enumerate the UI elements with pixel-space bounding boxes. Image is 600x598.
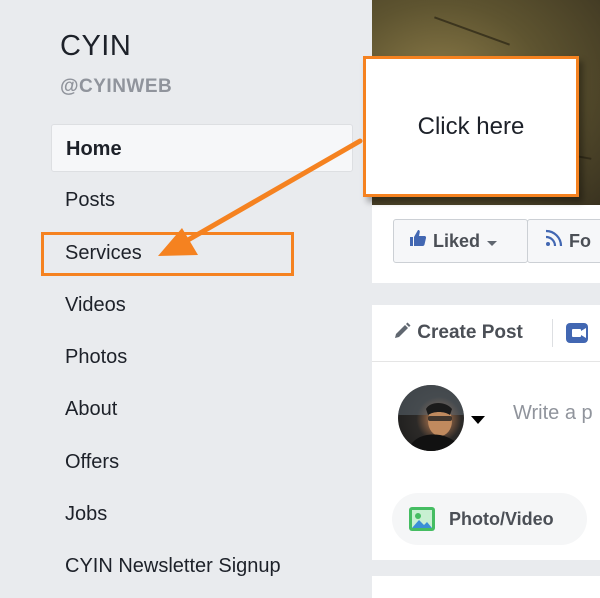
thumbs-up-icon (408, 221, 428, 263)
nav-item-home[interactable]: Home (51, 124, 353, 172)
nav-item-offers[interactable]: Offers (51, 438, 353, 486)
caret-down-icon (470, 412, 486, 429)
post-input[interactable]: Write a p (513, 402, 593, 425)
photo-video-button[interactable]: Photo/Video (392, 493, 587, 545)
rss-icon (544, 221, 564, 263)
pencil-icon (392, 322, 417, 343)
nav-item-jobs[interactable]: Jobs (51, 490, 353, 538)
nav-item-photos[interactable]: Photos (51, 333, 353, 381)
tab-create-post[interactable]: Create Post (392, 321, 523, 344)
liked-label: Liked (433, 231, 481, 251)
page-action-bar: Liked Fo (372, 205, 600, 283)
create-post-card: Create Post Write a p Photo/Video (372, 305, 600, 560)
nav-item-about[interactable]: About (51, 385, 353, 433)
page-handle[interactable]: @CYINWEB (60, 76, 172, 98)
page-title[interactable]: CYIN (60, 30, 131, 63)
composer-tabs: Create Post (372, 305, 600, 362)
liked-button[interactable]: Liked (393, 219, 528, 263)
video-camera-icon (566, 323, 594, 349)
nav-item-videos[interactable]: Videos (51, 281, 353, 329)
nav-item-services[interactable]: Services (51, 229, 353, 277)
photo-icon (408, 506, 436, 537)
nav-item-newsletter-signup[interactable]: CYIN Newsletter Signup (51, 542, 353, 590)
photo-video-label: Photo/Video (449, 509, 554, 529)
follow-label: Fo (569, 231, 592, 251)
callout-box: Click here (363, 56, 579, 197)
nav-item-posts[interactable]: Posts (51, 176, 353, 224)
page-sidebar: CYIN @CYINWEB Home Posts Services Videos… (0, 0, 372, 598)
chevron-down-icon (485, 221, 499, 263)
tab-live-video[interactable] (566, 321, 594, 350)
create-post-label: Create Post (417, 322, 523, 343)
next-card (372, 576, 600, 598)
tab-divider (552, 319, 553, 347)
audience-dropdown[interactable] (470, 412, 486, 430)
follow-button[interactable]: Fo (527, 219, 600, 263)
page-nav: Home Posts Services Videos Photos About … (51, 124, 353, 595)
avatar[interactable] (398, 385, 464, 451)
callout-text: Click here (417, 113, 525, 140)
